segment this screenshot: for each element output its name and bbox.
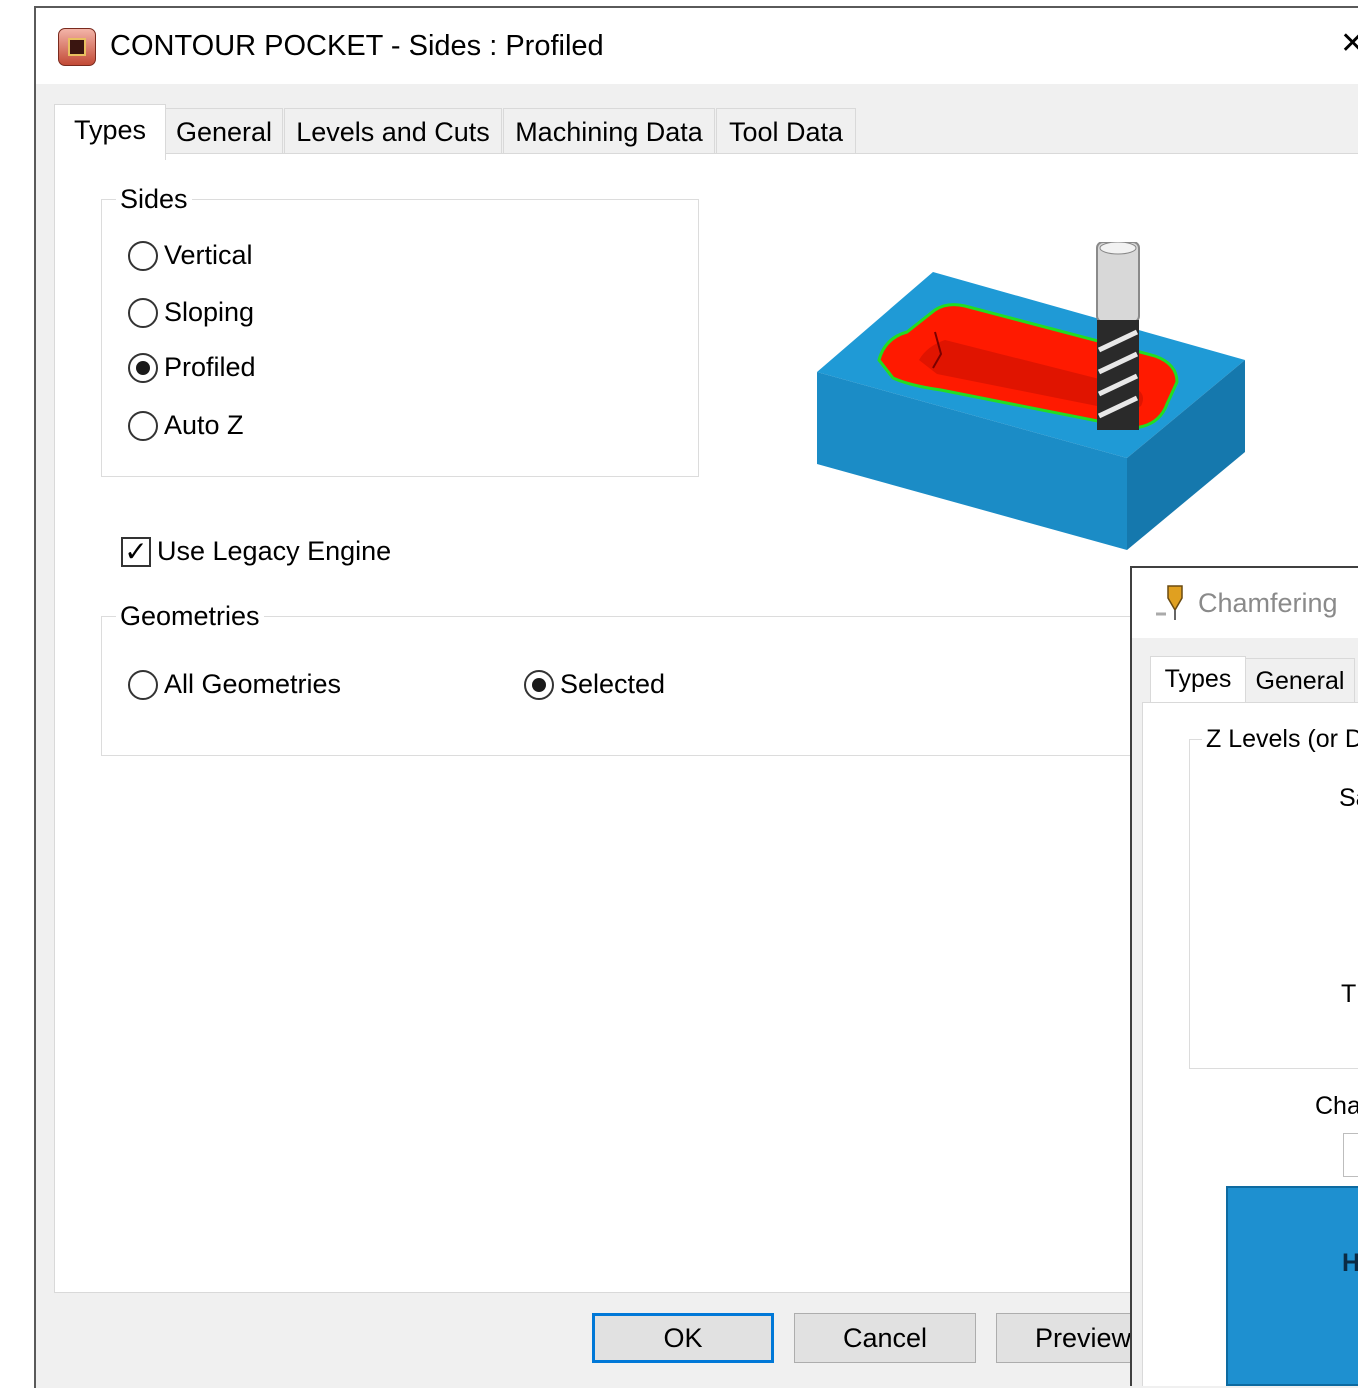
chamfering-dialog: Chamfering Types General Z Levels (or Di… bbox=[1130, 566, 1358, 1386]
chamfer-tab-general[interactable]: General bbox=[1245, 658, 1355, 702]
chamfering-window-title: Chamfering bbox=[1198, 588, 1338, 618]
chamfer-preview-image: H bbox=[1226, 1186, 1358, 1386]
radio-label: All Geometries bbox=[164, 669, 342, 699]
chamfer-tab-types[interactable]: Types bbox=[1150, 656, 1246, 704]
tab-types[interactable]: Types bbox=[54, 104, 166, 160]
sides-groupbox: Sides Vertical Sloping Profiled Auto Z bbox=[101, 184, 699, 477]
tab-machining-data[interactable]: Machining Data bbox=[503, 108, 715, 154]
chamfer-label-t: T bbox=[1341, 980, 1357, 1008]
radio-label: Sloping bbox=[164, 297, 255, 327]
radio-circle bbox=[128, 410, 158, 441]
ok-button[interactable]: OK bbox=[592, 1313, 774, 1363]
radio-circle bbox=[128, 297, 158, 328]
title-bar: CONTOUR POCKET - Sides : Profiled ✕ bbox=[36, 8, 1358, 84]
radio-all-geometries[interactable]: All Geometries bbox=[128, 669, 341, 700]
radio-vertical[interactable]: Vertical bbox=[128, 240, 253, 271]
use-legacy-engine-checkbox[interactable]: ✓ Use Legacy Engine bbox=[121, 536, 391, 567]
close-icon[interactable]: ✕ bbox=[1340, 26, 1358, 62]
checkbox-label: Use Legacy Engine bbox=[157, 536, 392, 566]
z-levels-groupbox: Z Levels (or Di bbox=[1189, 724, 1358, 1069]
radio-circle-selected bbox=[128, 352, 158, 383]
window-title: CONTOUR POCKET - Sides : Profiled bbox=[110, 30, 604, 62]
radio-label: Selected bbox=[560, 669, 666, 699]
radio-circle bbox=[128, 240, 158, 271]
radio-profiled[interactable]: Profiled bbox=[128, 352, 256, 383]
chamfer-label-cha: Cha bbox=[1315, 1092, 1358, 1120]
geometries-legend: Geometries bbox=[116, 601, 264, 631]
z-levels-legend: Z Levels (or Di bbox=[1202, 724, 1358, 754]
radio-circle-selected bbox=[524, 669, 554, 700]
cancel-button[interactable]: Cancel bbox=[794, 1313, 976, 1363]
chamfering-title-bar: Chamfering bbox=[1132, 568, 1358, 638]
app-icon bbox=[58, 28, 96, 66]
chamfer-label-sa: Sa bbox=[1339, 784, 1358, 812]
tab-general[interactable]: General bbox=[165, 108, 283, 154]
chamfer-input[interactable] bbox=[1343, 1133, 1358, 1177]
sides-legend: Sides bbox=[116, 184, 192, 214]
radio-selected[interactable]: Selected bbox=[524, 669, 665, 700]
radio-circle bbox=[128, 669, 158, 700]
radio-label: Vertical bbox=[164, 240, 253, 270]
tab-levels-and-cuts[interactable]: Levels and Cuts bbox=[284, 108, 502, 154]
geometries-groupbox: Geometries All Geometries Selected bbox=[101, 601, 1201, 756]
tab-tool-data[interactable]: Tool Data bbox=[716, 108, 856, 154]
radio-label: Profiled bbox=[164, 352, 256, 382]
chamfer-tool-icon bbox=[1156, 585, 1183, 620]
radio-label: Auto Z bbox=[164, 410, 244, 440]
profiled-pocket-illustration bbox=[817, 242, 1245, 550]
radio-sloping[interactable]: Sloping bbox=[128, 297, 254, 328]
chamfer-label-h: H bbox=[1342, 1248, 1358, 1278]
checkbox-box: ✓ bbox=[121, 536, 151, 567]
radio-auto-z[interactable]: Auto Z bbox=[128, 410, 244, 441]
